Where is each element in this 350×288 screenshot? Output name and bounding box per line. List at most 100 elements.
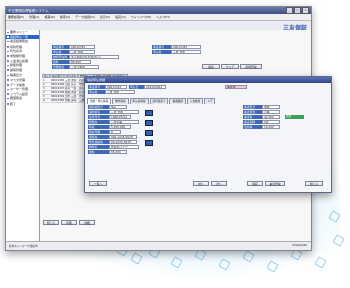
menubar: 業務処理(F) 管理(A) 帳票(R) 検索(S) データ連携(D) 表示(V)… bbox=[6, 14, 311, 21]
field-label: 管理会社 bbox=[52, 65, 69, 69]
sidebar-item-label: 代位弁済 bbox=[10, 49, 23, 54]
menu-item[interactable]: 帳票(R) bbox=[44, 15, 54, 19]
detail-button[interactable]: 詳細 bbox=[79, 220, 95, 225]
tab-guarantor[interactable]: 連帯保証人 bbox=[149, 98, 169, 104]
tab-payment-history[interactable]: 入金履歴 bbox=[186, 98, 204, 104]
check-indicator[interactable] bbox=[145, 120, 153, 126]
grid-cell[interactable]: 伊藤 美咲 bbox=[64, 99, 79, 104]
register-review-button[interactable]: 審査登録 bbox=[265, 181, 285, 186]
field-value[interactable]: 三友不動産 bbox=[69, 65, 99, 69]
field-label: 契約者区分 bbox=[88, 105, 109, 109]
field-label: 賃料 bbox=[88, 150, 109, 154]
detail-tabs: 契約・申込情報 物件情報 申込者情報 連帯保証人 審査履歴 入金履歴 メモ bbox=[87, 98, 216, 104]
field-value[interactable]: 1980/05/12 bbox=[109, 115, 131, 119]
header-value[interactable]: 00012345 bbox=[105, 85, 127, 89]
field-value[interactable]: 三友 太郎 bbox=[109, 110, 139, 114]
close-main-button[interactable]: 閉じる bbox=[43, 220, 59, 225]
check-indicator[interactable] bbox=[145, 140, 153, 146]
menu-item[interactable]: 表示(V) bbox=[100, 15, 110, 19]
sidebar-item-label: 契約管理 bbox=[10, 44, 23, 49]
header-value[interactable]: 2012/04/02 bbox=[144, 85, 166, 89]
menu-item[interactable]: 管理(A) bbox=[29, 15, 39, 19]
maximize-button[interactable]: □ bbox=[294, 7, 301, 14]
new-button[interactable]: 新規登録 bbox=[240, 64, 262, 69]
field-value[interactable]: 山本 bbox=[262, 110, 280, 114]
field-value[interactable]: 西新宿ハイツ bbox=[109, 145, 139, 149]
field-value[interactable]: 090-1234-5678 bbox=[109, 135, 137, 139]
field-value[interactable]: 通常 bbox=[262, 105, 280, 109]
field-label: 審査区分 bbox=[243, 105, 262, 109]
header-label: 申込日 bbox=[129, 85, 144, 89]
menu-item[interactable]: ヘルプ(H) bbox=[156, 15, 170, 19]
print-button[interactable]: 印刷 bbox=[61, 220, 77, 225]
tab-review-history[interactable]: 審査履歴 bbox=[169, 98, 186, 104]
sidebar-item-label: 顧客管理 bbox=[10, 67, 23, 72]
sidebar-item[interactable]: 顧客管理 bbox=[6, 68, 39, 73]
sidebar-item-label: ユーザー管理 bbox=[10, 87, 28, 92]
field-value[interactable]: 8 bbox=[109, 130, 121, 134]
field-value[interactable]: 三友 太郎 bbox=[171, 50, 201, 54]
field-value[interactable]: 03-1234-5678 bbox=[109, 140, 137, 144]
statusbar: 社内ネットワーク接続中 2012/04/05 bbox=[6, 241, 311, 250]
field-label: 勤続年数 bbox=[88, 130, 109, 134]
menu-item[interactable]: ウィンドウ(W) bbox=[131, 15, 151, 19]
sidebar-item-label: 履歴照会 bbox=[10, 96, 23, 101]
field-value[interactable]: 42,500 bbox=[262, 115, 280, 119]
field-value[interactable]: 三友 太郎 bbox=[69, 50, 95, 54]
back-to-list-button[interactable]: 一覧へ bbox=[89, 181, 107, 186]
tab-applicant[interactable]: 申込者情報 bbox=[129, 98, 149, 104]
header-label: 保証番号 bbox=[88, 85, 105, 89]
field-label: 賃料 bbox=[52, 60, 69, 64]
field-value[interactable]: 個人 bbox=[109, 105, 127, 109]
grid-cell[interactable]: 00012350 bbox=[50, 99, 65, 104]
menu-item[interactable]: 設定(O) bbox=[115, 15, 126, 19]
tab-property[interactable]: 物件情報 bbox=[112, 98, 129, 104]
grid-header[interactable]: 申込者名 bbox=[64, 74, 78, 78]
field-label: 緊急連絡先 bbox=[88, 140, 109, 144]
minimize-button[interactable]: _ bbox=[286, 7, 293, 14]
header-value[interactable]: 三友 太郎 bbox=[105, 90, 135, 94]
field-value[interactable]: 10,000 bbox=[262, 125, 280, 129]
grid-header[interactable]: No bbox=[42, 74, 50, 78]
field-value[interactable]: 5,200,000 bbox=[109, 125, 131, 129]
next-button[interactable]: 次へ bbox=[211, 181, 227, 186]
sidebar-item[interactable]: 審査結果照会 bbox=[6, 39, 39, 44]
field-label: 物件所在地 bbox=[52, 55, 69, 59]
field-label: 審査担当 bbox=[243, 110, 262, 114]
previous-button[interactable]: 前へ bbox=[193, 181, 209, 186]
grid-header[interactable]: 保証番号 bbox=[50, 74, 64, 78]
field-value[interactable]: 85,000 bbox=[69, 60, 91, 64]
field-value[interactable]: 85,000 bbox=[109, 150, 127, 154]
field-value[interactable]: 東京都新宿区西新宿1-1 bbox=[69, 55, 119, 59]
check-indicator[interactable] bbox=[145, 110, 153, 116]
field-value[interactable]: 00012345 bbox=[171, 45, 201, 49]
field-label: 申込者 bbox=[52, 50, 69, 54]
field-label: 申込者 bbox=[152, 50, 171, 54]
clear-button[interactable]: クリア bbox=[221, 64, 239, 69]
check-indicator[interactable] bbox=[145, 130, 153, 136]
field-value[interactable]: 三友商事 bbox=[109, 120, 139, 124]
sidebar-item-label: 業務メニュー bbox=[10, 30, 29, 34]
detail-window-title: 保証申込詳細 bbox=[85, 77, 331, 83]
menu-item[interactable]: データ連携(D) bbox=[75, 15, 95, 19]
sidebar-item[interactable]: 終了 bbox=[6, 102, 39, 107]
close-detail-button[interactable]: 閉じる bbox=[305, 181, 323, 186]
search-button[interactable]: 検索 bbox=[202, 64, 220, 69]
detail-window: 保証申込詳細 保証番号 00012345 申込日 2012/04/02 申込者 … bbox=[84, 76, 332, 193]
save-button[interactable]: 保存 bbox=[247, 181, 263, 186]
sidebar-item-label: 督促管理 bbox=[10, 63, 23, 68]
tab-contract[interactable]: 契約・申込情報 bbox=[87, 98, 112, 104]
field-label: 保証料 bbox=[243, 115, 262, 119]
tab-memo[interactable]: メモ bbox=[204, 98, 216, 104]
field-value[interactable]: 00012345 bbox=[69, 45, 95, 49]
sidebar-item-label: 保証申込一覧 bbox=[10, 34, 29, 39]
sidebar: 業務メニュー 保証申込一覧 審査結果照会 契約管理 代位弁済 求償権管理 入金消… bbox=[6, 30, 40, 241]
menu-item[interactable]: 業務処理(F) bbox=[8, 15, 24, 19]
menu-item[interactable]: 検索(S) bbox=[60, 15, 70, 19]
sidebar-item[interactable]: 履歴照会 bbox=[6, 96, 39, 101]
close-button[interactable]: × bbox=[302, 7, 309, 14]
sidebar-item-label: 入金消込処理 bbox=[10, 58, 29, 63]
sidebar-item-label: 審査結果照会 bbox=[10, 39, 29, 44]
sidebar-item-label: 終了 bbox=[10, 101, 17, 106]
field-value[interactable]: 2年 bbox=[262, 120, 280, 124]
